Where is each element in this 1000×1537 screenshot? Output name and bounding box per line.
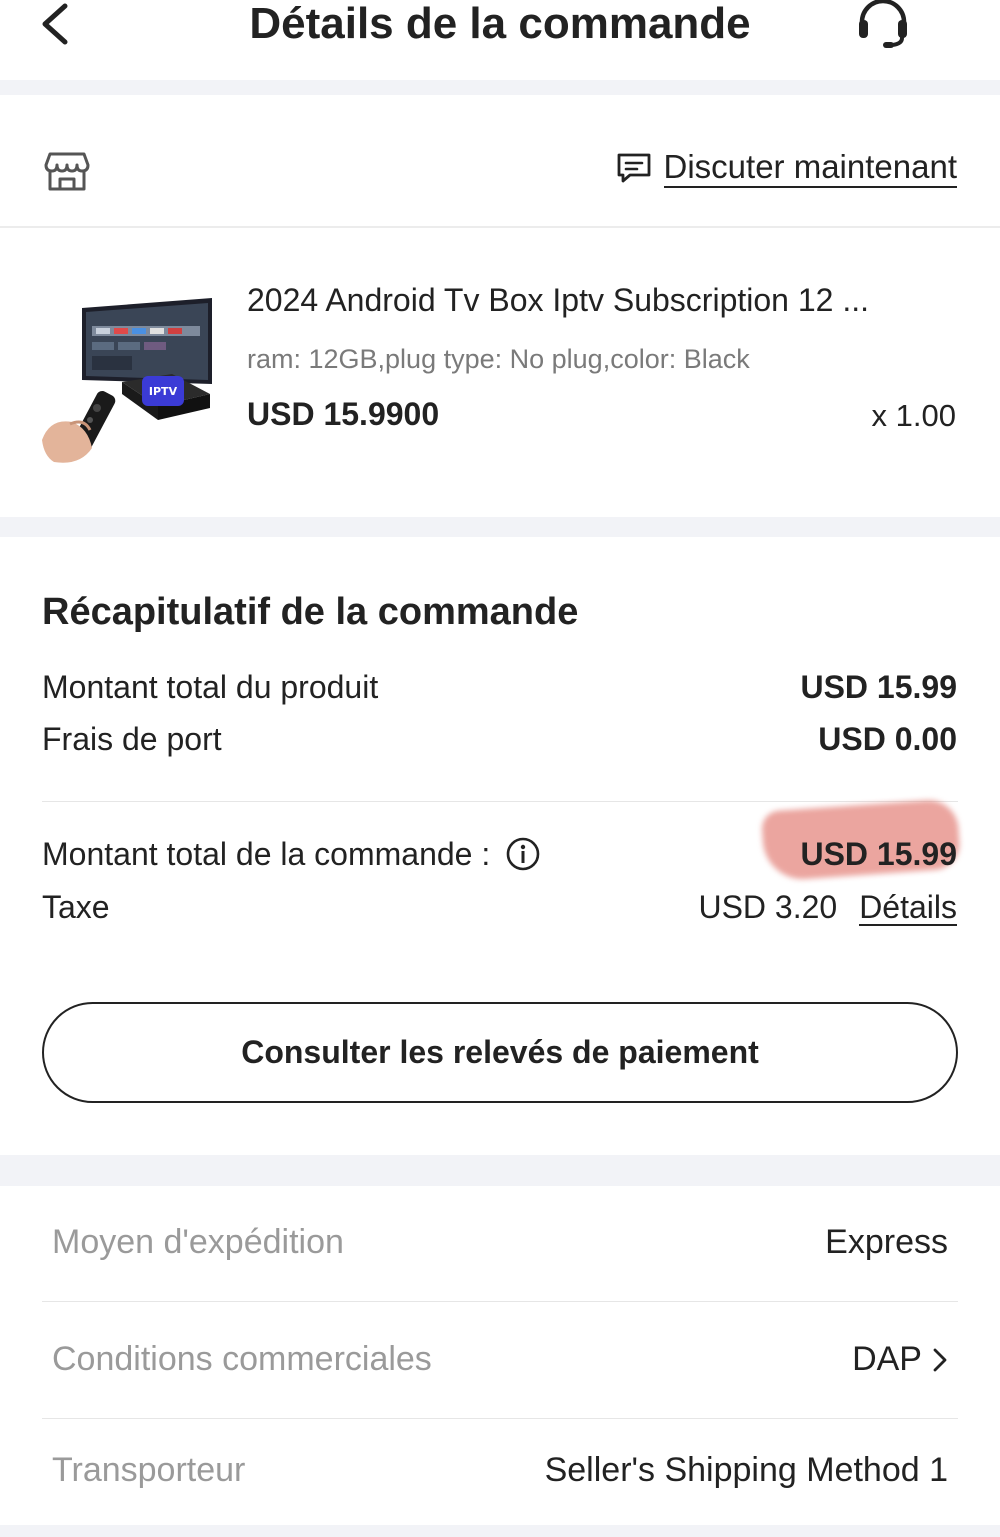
store-button[interactable] [44, 150, 90, 192]
section-separator [0, 1155, 1000, 1186]
info-button[interactable] [506, 837, 540, 871]
shipping-info: Moyen d'expédition Express Conditions co… [0, 1186, 1000, 1525]
trade-terms-row[interactable]: Conditions commerciales DAP [42, 1302, 958, 1418]
shipping-method-label: Moyen d'expédition [52, 1223, 344, 1261]
order-total-label: Montant total de la commande : [42, 836, 491, 872]
product-item[interactable]: IPTV 2024 Android Tv Box Iptv Subscripti… [0, 230, 1000, 517]
support-button[interactable] [854, 0, 912, 50]
trade-terms-value-wrap: DAP [852, 1340, 948, 1379]
view-payment-records-button[interactable]: Consulter les relevés de paiement [42, 1002, 958, 1103]
product-title[interactable]: 2024 Android Tv Box Iptv Subscription 12… [247, 282, 869, 319]
header-bar: Détails de la commande [0, 0, 1000, 80]
order-total-row: Montant total de la commande : [42, 836, 540, 874]
section-separator [0, 517, 1000, 537]
tax-details-link[interactable]: Détails [859, 890, 957, 926]
tax-row-value: USD 3.20 Détails [698, 889, 957, 926]
order-total-value: USD 15.99 [800, 836, 957, 872]
chat-icon [617, 153, 650, 183]
summary-divider [42, 801, 958, 802]
iptv-logo-text: IPTV [149, 385, 178, 398]
carrier-value: Seller's Shipping Method 1 [544, 1451, 948, 1489]
product-total-label: Montant total du produit [42, 669, 379, 705]
tax-amount: USD 3.20 [698, 889, 838, 925]
store-icon [44, 152, 90, 191]
product-total-value: USD 15.99 [800, 669, 957, 705]
tax-label: Taxe [42, 889, 110, 925]
chevron-right-icon [933, 1348, 947, 1371]
store-row: Discuter maintenant [0, 95, 1000, 228]
summary-title: Récapitulatif de la commande [42, 591, 579, 633]
info-icon [506, 837, 540, 870]
section-separator [0, 1525, 1000, 1537]
chat-now-label: Discuter maintenant [663, 148, 957, 188]
product-quantity: x 1.00 [871, 398, 956, 433]
shipping-method-row: Moyen d'expédition Express [42, 1186, 958, 1302]
product-price: USD 15.9900 [247, 396, 440, 432]
shipping-fee-value: USD 0.00 [818, 721, 957, 757]
trade-terms-label: Conditions commerciales [52, 1340, 432, 1378]
headset-icon [859, 0, 907, 48]
trade-terms-value: DAP [852, 1340, 922, 1378]
shipping-method-value: Express [825, 1223, 948, 1261]
carrier-label: Transporteur [52, 1451, 246, 1489]
product-thumbnail: IPTV [42, 298, 212, 463]
order-summary: Récapitulatif de la commande Montant tot… [0, 537, 1000, 1155]
chat-now-link[interactable]: Discuter maintenant [616, 148, 957, 188]
page-title: Détails de la commande [249, 0, 751, 48]
section-separator [0, 80, 1000, 95]
product-attributes: ram: 12GB,plug type: No plug,color: Blac… [247, 344, 750, 374]
shipping-fee-label: Frais de port [42, 721, 222, 757]
carrier-row: Transporteur Seller's Shipping Method 1 [42, 1419, 958, 1535]
